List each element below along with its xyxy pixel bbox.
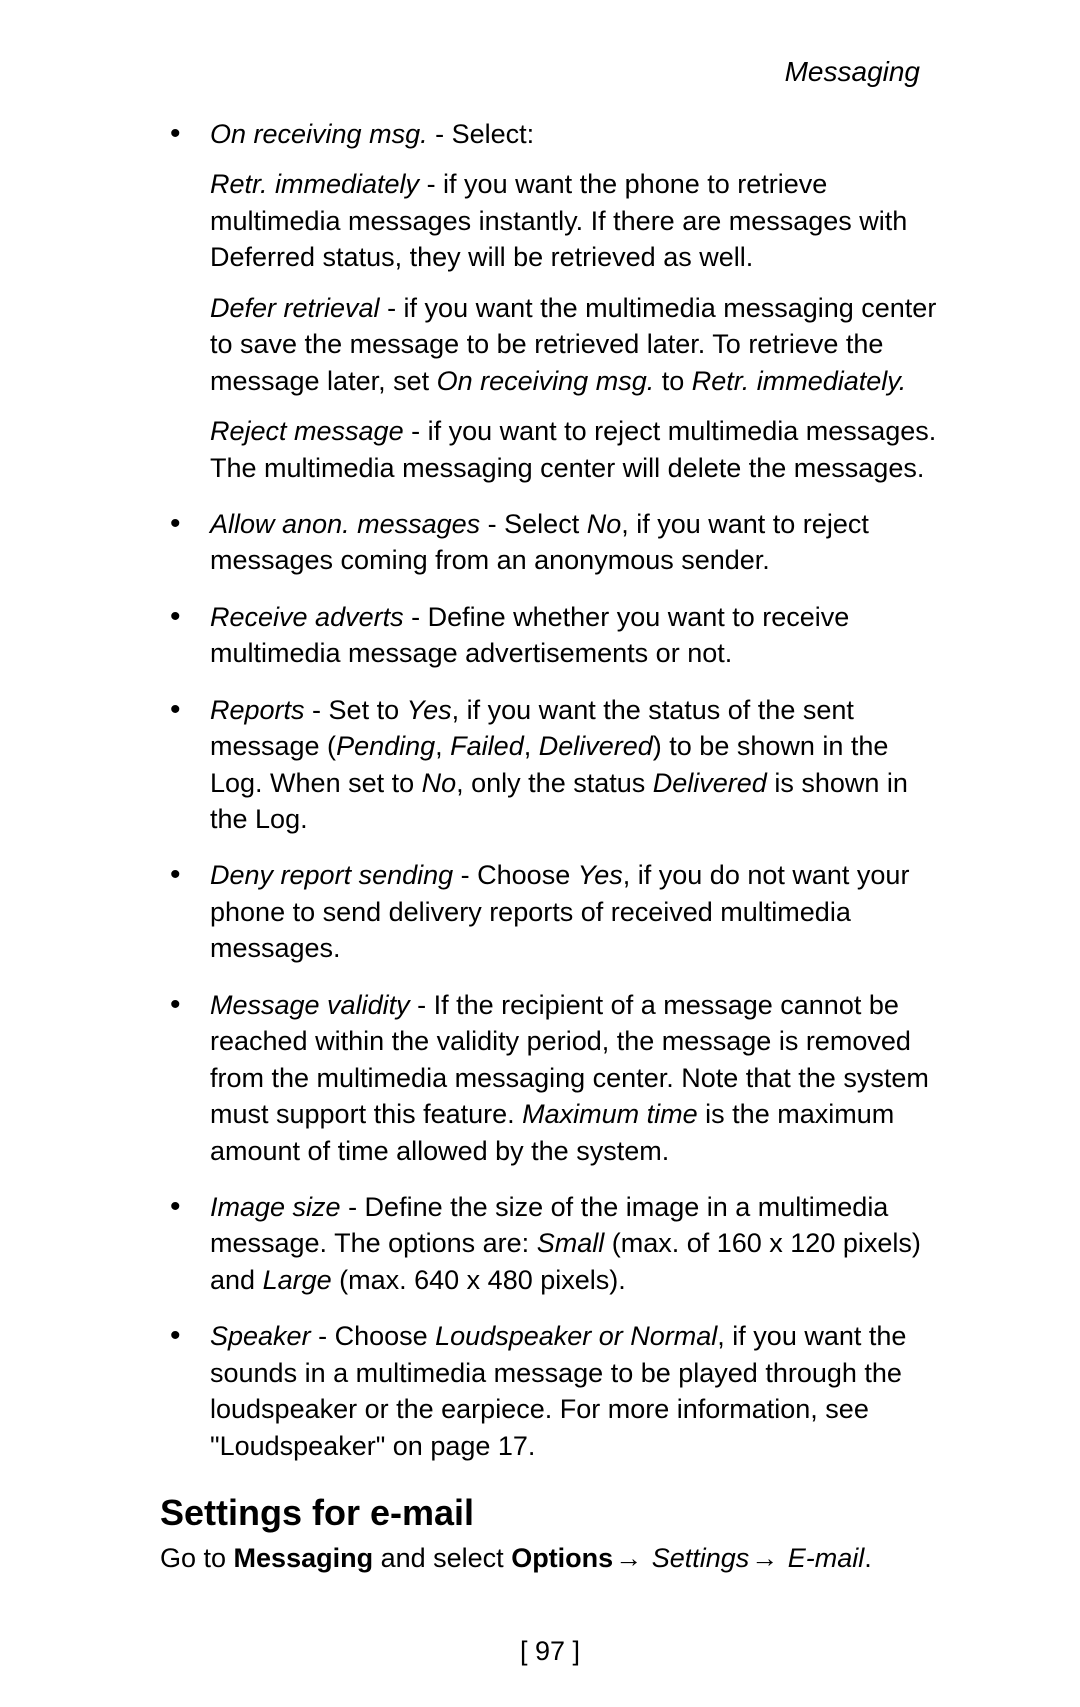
sub-paragraph: Retr. immediately - if you want the phon… <box>210 166 940 275</box>
text: , <box>524 731 539 761</box>
list-item: Speaker - Choose Loudspeaker or Normal, … <box>160 1318 940 1464</box>
text: Go to <box>160 1543 234 1573</box>
text: - Choose <box>453 860 578 890</box>
text: (max. 640 x 480 pixels). <box>332 1265 626 1295</box>
menu-step: Messaging <box>234 1543 374 1573</box>
list-item: Message validity - If the recipient of a… <box>160 987 940 1169</box>
list-item: Allow anon. messages - Select No, if you… <box>160 506 940 579</box>
term: No <box>587 509 622 539</box>
text: to <box>654 366 692 396</box>
term: Receive adverts <box>210 602 404 632</box>
list-item: On receiving msg. - Select: Retr. immedi… <box>160 116 940 486</box>
term: On receiving msg. <box>210 119 428 149</box>
term: Deny report sending <box>210 860 453 890</box>
bullet-list: On receiving msg. - Select: Retr. immedi… <box>160 116 940 1464</box>
term: Message validity <box>210 990 410 1020</box>
running-head: Messaging <box>160 56 940 88</box>
term: Loudspeaker or Normal <box>435 1321 717 1351</box>
term: Yes <box>578 860 623 890</box>
menu-step: Settings <box>644 1543 749 1573</box>
term: Defer retrieval <box>210 293 380 323</box>
term: Small <box>537 1228 605 1258</box>
text: - Select: <box>428 119 535 149</box>
term: On receiving msg. <box>437 366 655 396</box>
text: , <box>435 731 450 761</box>
term: Large <box>263 1265 332 1295</box>
term: Retr. immediately <box>210 169 419 199</box>
arrow-icon: → <box>613 1540 644 1576</box>
term: Delivered <box>653 768 767 798</box>
term: Pending <box>336 731 435 761</box>
list-item: Reports - Set to Yes, if you want the st… <box>160 692 940 838</box>
term: Delivered <box>539 731 653 761</box>
term: Image size <box>210 1192 341 1222</box>
text: - Select <box>480 509 587 539</box>
arrow-icon: → <box>749 1540 780 1576</box>
sub-paragraph: Reject message - if you want to reject m… <box>210 413 940 486</box>
text: , only the status <box>456 768 653 798</box>
text: - Choose <box>311 1321 436 1351</box>
term: Maximum time <box>522 1099 698 1129</box>
term: Reject message <box>210 416 404 446</box>
term: Retr. immediately. <box>692 366 907 396</box>
term: Reports <box>210 695 305 725</box>
term: Failed <box>450 731 524 761</box>
text: - Set to <box>305 695 407 725</box>
nav-instruction: Go to Messaging and select Options→ Sett… <box>160 1540 940 1576</box>
term: Allow anon. messages <box>210 509 480 539</box>
sub-paragraph: Defer retrieval - if you want the multim… <box>210 290 940 399</box>
text: . <box>864 1543 872 1573</box>
term: Speaker <box>210 1321 311 1351</box>
document-page: Messaging On receiving msg. - Select: Re… <box>0 0 1080 1707</box>
text: and select <box>373 1543 511 1573</box>
section-heading: Settings for e-mail <box>160 1492 940 1534</box>
list-item: Image size - Define the size of the imag… <box>160 1189 940 1298</box>
menu-step: E-mail <box>780 1543 864 1573</box>
page-number: [ 97 ] <box>160 1636 940 1667</box>
list-item: Deny report sending - Choose Yes, if you… <box>160 857 940 966</box>
term: Yes <box>407 695 452 725</box>
list-item: Receive adverts - Define whether you wan… <box>160 599 940 672</box>
term: No <box>422 768 457 798</box>
menu-step: Options <box>511 1543 613 1573</box>
